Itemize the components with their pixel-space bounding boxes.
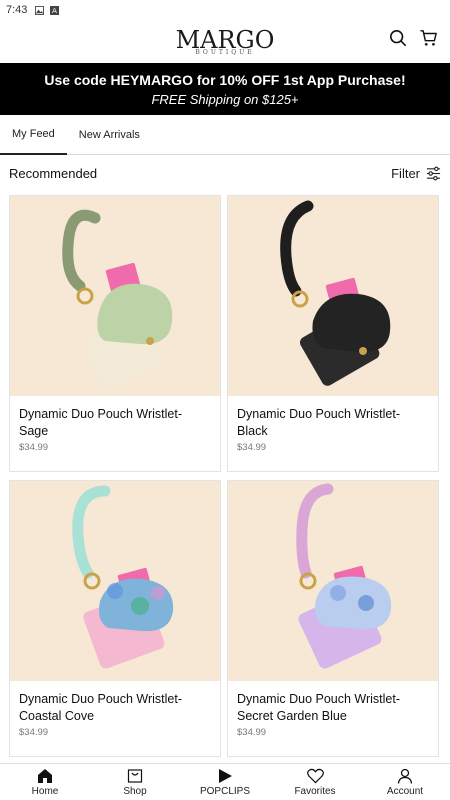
nav-shop-label: Shop: [123, 786, 147, 797]
tab-new-arrivals[interactable]: New Arrivals: [67, 115, 152, 155]
home-icon: [38, 769, 52, 783]
filter-label: Filter: [391, 165, 420, 181]
feed-tabs: My Feed New Arrivals: [0, 115, 450, 155]
wristlet-illustration: [72, 485, 174, 669]
app-notification-icon: A: [50, 5, 60, 15]
product-image[interactable]: [10, 481, 220, 681]
nav-home-label: Home: [31, 786, 59, 797]
search-button[interactable]: [388, 28, 408, 48]
svg-text:A: A: [52, 6, 57, 15]
product-card[interactable]: Dynamic Duo Pouch Wristlet-Coastal Cove …: [9, 480, 221, 757]
promo-code-text: Use code HEYMARGO for 10% OFF 1st App Pu…: [44, 72, 406, 88]
status-bar: 7:43 A: [0, 0, 450, 20]
product-name[interactable]: Dynamic Duo Pouch Wristlet-Black: [228, 396, 438, 448]
app-header: MARGO BOUTIQUE: [0, 20, 450, 63]
shop-icon: [127, 769, 143, 783]
promo-banner[interactable]: Use code HEYMARGO for 10% OFF 1st App Pu…: [0, 63, 450, 115]
product-price: $34.99: [237, 727, 267, 738]
nav-home[interactable]: Home: [0, 764, 90, 800]
product-price: $34.99: [237, 442, 267, 453]
section-title: Recommended: [9, 165, 98, 181]
logo-wordmark: MARGO: [175, 25, 275, 54]
product-image[interactable]: [228, 481, 438, 681]
nav-shop[interactable]: Shop: [90, 764, 180, 800]
person-icon: [397, 768, 413, 784]
nav-popclips[interactable]: POPCLIPS: [180, 764, 270, 800]
product-price: $34.99: [19, 442, 49, 453]
filter-button[interactable]: Filter: [391, 166, 441, 181]
product-card[interactable]: Dynamic Duo Pouch Wristlet-Sage $34.99: [9, 195, 221, 472]
nav-account-label: Account: [386, 786, 424, 797]
product-name[interactable]: Dynamic Duo Pouch Wristlet-Sage: [10, 396, 220, 448]
status-time: 7:43: [6, 4, 28, 16]
promo-shipping-text: FREE Shipping on $125+: [151, 92, 299, 107]
product-name[interactable]: Dynamic Duo Pouch Wristlet-Coastal Cove: [10, 681, 220, 733]
cart-button[interactable]: [418, 28, 438, 48]
image-notification-icon: [35, 5, 45, 15]
product-image[interactable]: [10, 196, 220, 396]
product-card[interactable]: Dynamic Duo Pouch Wristlet-Secret Garden…: [227, 480, 439, 757]
tab-my-feed[interactable]: My Feed: [0, 115, 67, 155]
brand-logo[interactable]: MARGO BOUTIQUE: [176, 28, 275, 56]
product-image[interactable]: [228, 196, 438, 396]
nav-account[interactable]: Account: [360, 764, 450, 800]
play-icon: [219, 769, 232, 783]
wristlet-illustration: [62, 209, 173, 389]
search-icon: [389, 29, 407, 47]
product-grid: Dynamic Duo Pouch Wristlet-Sage $34.99 D…: [9, 195, 441, 757]
product-card[interactable]: Dynamic Duo Pouch Wristlet-Black $34.99: [227, 195, 439, 472]
nav-favorites[interactable]: Favorites: [270, 764, 360, 800]
wristlet-illustration: [296, 483, 392, 669]
bottom-navigation: Home Shop POPCLIPS Favorites Account: [0, 763, 450, 800]
product-name[interactable]: Dynamic Duo Pouch Wristlet-Secret Garden…: [228, 681, 438, 733]
section-header: Recommended Filter: [0, 156, 450, 190]
wristlet-illustration: [280, 200, 391, 386]
product-price: $34.99: [19, 727, 49, 738]
cart-icon: [419, 30, 437, 46]
nav-favorites-label: Favorites: [294, 786, 336, 797]
heart-icon: [306, 768, 324, 784]
nav-popclips-label: POPCLIPS: [199, 786, 251, 797]
filter-sliders-icon: [426, 166, 441, 180]
